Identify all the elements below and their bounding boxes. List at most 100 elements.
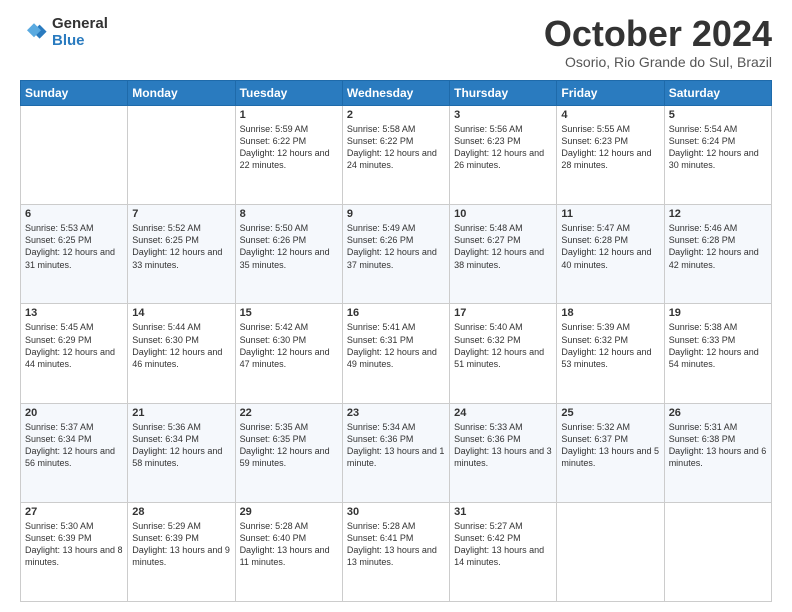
calendar-cell: 4Sunrise: 5:55 AM Sunset: 6:23 PM Daylig… xyxy=(557,106,664,205)
day-info: Sunrise: 5:28 AM Sunset: 6:41 PM Dayligh… xyxy=(347,521,437,567)
calendar-cell: 19 Sunrise: 5:38 AM Sunset: 6:33 PM Dayli… xyxy=(664,304,771,403)
logo-general: General xyxy=(52,16,108,33)
calendar-cell xyxy=(557,502,664,601)
day-number: 10 xyxy=(454,208,552,220)
day-info: Sunrise: 5:53 AM Sunset: 6:25 PM Dayligh… xyxy=(25,223,115,269)
title-section: October 2024 Osorio, Rio Grande do Sul, … xyxy=(544,16,772,70)
day-number: 8 xyxy=(240,208,338,220)
calendar: SundayMondayTuesdayWednesdayThursdayFrid… xyxy=(20,80,772,602)
page: General Blue October 2024 Osorio, Rio Gr… xyxy=(0,0,792,612)
calendar-cell: 13Sunrise: 5:45 AM Sunset: 6:29 PM Dayli… xyxy=(21,304,128,403)
day-info: Sunrise: 5:48 AM Sunset: 6:27 PM Dayligh… xyxy=(454,223,544,269)
day-info: Sunrise: 5:38 AM Sunset: 6:33 PM Dayligh… xyxy=(669,322,759,368)
calendar-cell: 25 Sunrise: 5:32 AM Sunset: 6:37 PM Dayli… xyxy=(557,403,664,502)
day-info: Sunrise: 5:52 AM Sunset: 6:25 PM Dayligh… xyxy=(132,223,222,269)
day-info: Sunrise: 5:29 AM Sunset: 6:39 PM Dayligh… xyxy=(132,521,230,567)
day-number: 25 xyxy=(561,407,659,419)
calendar-cell: 3Sunrise: 5:56 AM Sunset: 6:23 PM Daylig… xyxy=(450,106,557,205)
logo-blue: Blue xyxy=(52,33,108,50)
day-number: 27 xyxy=(25,506,123,518)
calendar-cell: 23 Sunrise: 5:34 AM Sunset: 6:36 PM Dayli… xyxy=(342,403,449,502)
calendar-header-thursday: Thursday xyxy=(450,81,557,106)
day-number: 14 xyxy=(132,307,230,319)
day-number: 6 xyxy=(25,208,123,220)
calendar-header-monday: Monday xyxy=(128,81,235,106)
day-info: Sunrise: 5:50 AM Sunset: 6:26 PM Dayligh… xyxy=(240,223,330,269)
calendar-cell: 1 Sunrise: 5:59 AM Sunset: 6:22 PM Daylig… xyxy=(235,106,342,205)
calendar-cell: 11 Sunrise: 5:47 AM Sunset: 6:28 PM Dayli… xyxy=(557,205,664,304)
day-number: 16 xyxy=(347,307,445,319)
calendar-header-tuesday: Tuesday xyxy=(235,81,342,106)
day-info: Sunrise: 5:37 AM Sunset: 6:34 PM Dayligh… xyxy=(25,422,115,468)
calendar-header-saturday: Saturday xyxy=(664,81,771,106)
generalblue-icon xyxy=(20,19,48,47)
day-info: Sunrise: 5:40 AM Sunset: 6:32 PM Dayligh… xyxy=(454,322,544,368)
day-info: Sunrise: 5:42 AM Sunset: 6:30 PM Dayligh… xyxy=(240,322,330,368)
day-number: 18 xyxy=(561,307,659,319)
day-info: Sunrise: 5:41 AM Sunset: 6:31 PM Dayligh… xyxy=(347,322,437,368)
calendar-cell: 20 Sunrise: 5:37 AM Sunset: 6:34 PM Dayli… xyxy=(21,403,128,502)
day-number: 15 xyxy=(240,307,338,319)
day-info: Sunrise: 5:32 AM Sunset: 6:37 PM Dayligh… xyxy=(561,422,659,468)
calendar-cell: 18 Sunrise: 5:39 AM Sunset: 6:32 PM Dayli… xyxy=(557,304,664,403)
calendar-week-3: 20 Sunrise: 5:37 AM Sunset: 6:34 PM Dayli… xyxy=(21,403,772,502)
calendar-week-4: 27Sunrise: 5:30 AM Sunset: 6:39 PM Dayli… xyxy=(21,502,772,601)
calendar-header-friday: Friday xyxy=(557,81,664,106)
day-info: Sunrise: 5:39 AM Sunset: 6:32 PM Dayligh… xyxy=(561,322,651,368)
day-number: 11 xyxy=(561,208,659,220)
day-info: Sunrise: 5:28 AM Sunset: 6:40 PM Dayligh… xyxy=(240,521,330,567)
calendar-cell: 12 Sunrise: 5:46 AM Sunset: 6:28 PM Dayli… xyxy=(664,205,771,304)
day-info: Sunrise: 5:33 AM Sunset: 6:36 PM Dayligh… xyxy=(454,422,552,468)
day-number: 5 xyxy=(669,109,767,121)
day-number: 20 xyxy=(25,407,123,419)
day-info: Sunrise: 5:27 AM Sunset: 6:42 PM Dayligh… xyxy=(454,521,544,567)
calendar-cell: 27Sunrise: 5:30 AM Sunset: 6:39 PM Dayli… xyxy=(21,502,128,601)
day-number: 23 xyxy=(347,407,445,419)
day-info: Sunrise: 5:54 AM Sunset: 6:24 PM Dayligh… xyxy=(669,124,759,170)
day-number: 28 xyxy=(132,506,230,518)
calendar-cell: 31 Sunrise: 5:27 AM Sunset: 6:42 PM Dayli… xyxy=(450,502,557,601)
day-number: 13 xyxy=(25,307,123,319)
day-number: 1 xyxy=(240,109,338,121)
day-number: 12 xyxy=(669,208,767,220)
calendar-week-2: 13Sunrise: 5:45 AM Sunset: 6:29 PM Dayli… xyxy=(21,304,772,403)
day-number: 30 xyxy=(347,506,445,518)
calendar-cell: 24 Sunrise: 5:33 AM Sunset: 6:36 PM Dayli… xyxy=(450,403,557,502)
day-number: 19 xyxy=(669,307,767,319)
calendar-cell: 9 Sunrise: 5:49 AM Sunset: 6:26 PM Daylig… xyxy=(342,205,449,304)
day-info: Sunrise: 5:55 AM Sunset: 6:23 PM Dayligh… xyxy=(561,124,651,170)
calendar-cell: 22Sunrise: 5:35 AM Sunset: 6:35 PM Dayli… xyxy=(235,403,342,502)
day-number: 17 xyxy=(454,307,552,319)
day-info: Sunrise: 5:35 AM Sunset: 6:35 PM Dayligh… xyxy=(240,422,330,468)
day-info: Sunrise: 5:34 AM Sunset: 6:36 PM Dayligh… xyxy=(347,422,445,468)
calendar-week-0: 1 Sunrise: 5:59 AM Sunset: 6:22 PM Daylig… xyxy=(21,106,772,205)
calendar-cell xyxy=(21,106,128,205)
calendar-cell: 28 Sunrise: 5:29 AM Sunset: 6:39 PM Dayli… xyxy=(128,502,235,601)
day-info: Sunrise: 5:31 AM Sunset: 6:38 PM Dayligh… xyxy=(669,422,767,468)
calendar-cell: 7 Sunrise: 5:52 AM Sunset: 6:25 PM Daylig… xyxy=(128,205,235,304)
calendar-cell: 17 Sunrise: 5:40 AM Sunset: 6:32 PM Dayli… xyxy=(450,304,557,403)
day-number: 24 xyxy=(454,407,552,419)
logo-text: General Blue xyxy=(52,16,108,49)
calendar-cell xyxy=(664,502,771,601)
calendar-cell: 15 Sunrise: 5:42 AM Sunset: 6:30 PM Dayli… xyxy=(235,304,342,403)
calendar-cell: 26 Sunrise: 5:31 AM Sunset: 6:38 PM Dayli… xyxy=(664,403,771,502)
day-info: Sunrise: 5:47 AM Sunset: 6:28 PM Dayligh… xyxy=(561,223,651,269)
calendar-cell: 6 Sunrise: 5:53 AM Sunset: 6:25 PM Daylig… xyxy=(21,205,128,304)
day-info: Sunrise: 5:46 AM Sunset: 6:28 PM Dayligh… xyxy=(669,223,759,269)
calendar-week-1: 6 Sunrise: 5:53 AM Sunset: 6:25 PM Daylig… xyxy=(21,205,772,304)
day-info: Sunrise: 5:59 AM Sunset: 6:22 PM Dayligh… xyxy=(240,124,330,170)
day-info: Sunrise: 5:36 AM Sunset: 6:34 PM Dayligh… xyxy=(132,422,222,468)
calendar-cell: 2Sunrise: 5:58 AM Sunset: 6:22 PM Daylig… xyxy=(342,106,449,205)
day-number: 29 xyxy=(240,506,338,518)
calendar-cell: 30 Sunrise: 5:28 AM Sunset: 6:41 PM Dayli… xyxy=(342,502,449,601)
calendar-cell: 8 Sunrise: 5:50 AM Sunset: 6:26 PM Daylig… xyxy=(235,205,342,304)
day-number: 9 xyxy=(347,208,445,220)
day-number: 31 xyxy=(454,506,552,518)
day-info: Sunrise: 5:49 AM Sunset: 6:26 PM Dayligh… xyxy=(347,223,437,269)
day-info: Sunrise: 5:58 AM Sunset: 6:22 PM Dayligh… xyxy=(347,124,437,170)
calendar-cell: 16 Sunrise: 5:41 AM Sunset: 6:31 PM Dayli… xyxy=(342,304,449,403)
day-number: 26 xyxy=(669,407,767,419)
day-info: Sunrise: 5:56 AM Sunset: 6:23 PM Dayligh… xyxy=(454,124,544,170)
day-number: 7 xyxy=(132,208,230,220)
